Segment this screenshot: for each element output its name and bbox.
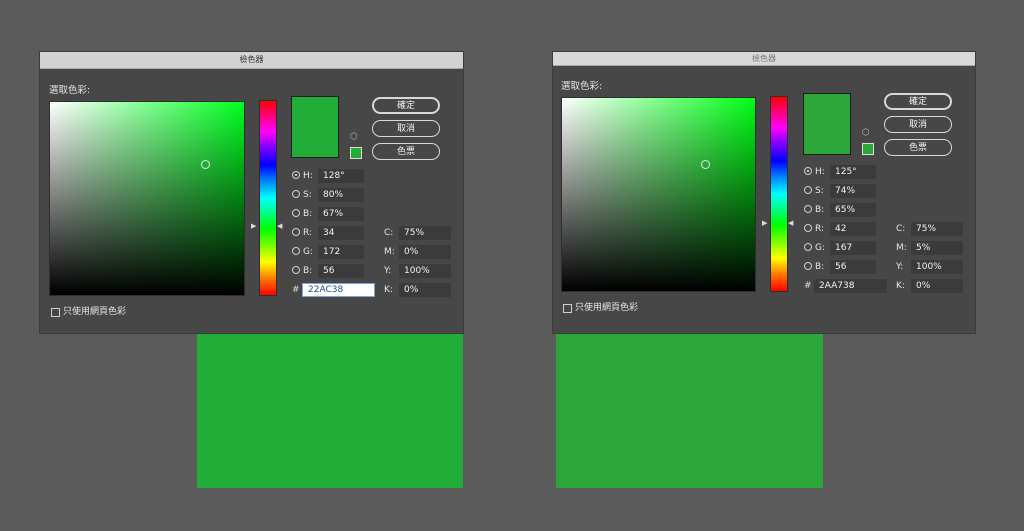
radio-blue[interactable] [804, 262, 812, 270]
ok-button[interactable]: 確定 [884, 93, 952, 110]
label-black: K: [384, 285, 393, 295]
hex-input[interactable]: 2AA738 [814, 279, 887, 293]
color-swatches-button[interactable]: 色票 [884, 139, 952, 156]
input-black[interactable]: 0% [399, 283, 451, 297]
cube-icon[interactable]: ⬡ [350, 133, 358, 142]
cancel-button[interactable]: 取消 [372, 120, 440, 137]
label-red: R: [815, 224, 825, 234]
web-colors-only-checkbox[interactable] [563, 304, 572, 313]
color-swatch-left [197, 334, 463, 488]
hue-slider[interactable] [770, 96, 788, 292]
label-yellow: Y: [384, 266, 392, 276]
input-cyan[interactable]: 75% [911, 222, 963, 236]
input-blue[interactable]: 56 [830, 260, 876, 274]
color-field-marker[interactable] [201, 160, 210, 169]
web-safe-color-swatch[interactable] [350, 147, 362, 159]
color-swatch-right [556, 334, 823, 488]
radio-hue[interactable] [804, 167, 812, 175]
input-hue[interactable]: 125° [830, 165, 876, 179]
input-magenta[interactable]: 5% [911, 241, 963, 255]
dialog-title: 檢色器 [553, 52, 975, 66]
color-picker-dialog-left: 檢色器 選取色彩: ▶ ◀ ⬡ 確定 取消 色票 H: 128° S: 80% … [40, 52, 463, 333]
color-picker-dialog-right: 檢色器 選取色彩: ▶ ◀ ⬡ 確定 取消 色票 H: 125° S: 74% … [553, 52, 975, 333]
radio-saturation[interactable] [804, 186, 812, 194]
label-brightness: B: [303, 209, 313, 219]
label-red: R: [303, 228, 313, 238]
label-magenta: M: [384, 247, 395, 257]
hue-slider-right-arrow[interactable]: ◀ [788, 220, 793, 227]
input-magenta[interactable]: 0% [399, 245, 451, 259]
select-color-label: 選取色彩: [49, 85, 91, 96]
input-blue[interactable]: 56 [318, 264, 364, 278]
input-red[interactable]: 34 [318, 226, 364, 240]
radio-green[interactable] [292, 247, 300, 255]
label-green: G: [815, 243, 826, 253]
label-yellow: Y: [896, 262, 904, 272]
label-brightness: B: [815, 205, 825, 215]
label-black: K: [896, 281, 905, 291]
hue-slider-right-arrow[interactable]: ◀ [277, 223, 282, 230]
label-magenta: M: [896, 243, 907, 253]
input-cyan[interactable]: 75% [399, 226, 451, 240]
saturation-brightness-field[interactable] [561, 97, 756, 292]
input-green[interactable]: 167 [830, 241, 876, 255]
select-color-label: 選取色彩: [561, 81, 603, 92]
cancel-button[interactable]: 取消 [884, 116, 952, 133]
hue-slider-left-arrow[interactable]: ▶ [251, 223, 256, 230]
label-blue: B: [303, 266, 313, 276]
hex-hash-label: # [292, 285, 300, 295]
label-cyan: C: [896, 224, 906, 234]
input-yellow[interactable]: 100% [399, 264, 451, 278]
cube-icon[interactable]: ⬡ [862, 129, 870, 138]
new-color-preview [291, 96, 339, 158]
saturation-brightness-field[interactable] [49, 101, 245, 296]
input-saturation[interactable]: 80% [318, 188, 364, 202]
hex-hash-label: # [804, 281, 812, 291]
web-colors-only-label: 只使用網頁色彩 [575, 303, 639, 313]
radio-green[interactable] [804, 243, 812, 251]
hex-input[interactable]: 22AC38 [302, 283, 375, 297]
label-hue: H: [815, 167, 825, 177]
radio-brightness[interactable] [292, 209, 300, 217]
web-safe-color-swatch[interactable] [862, 143, 874, 155]
label-cyan: C: [384, 228, 394, 238]
label-saturation: S: [815, 186, 824, 196]
hue-slider-left-arrow[interactable]: ▶ [762, 220, 767, 227]
label-blue: B: [815, 262, 825, 272]
label-green: G: [303, 247, 314, 257]
color-swatches-button[interactable]: 色票 [372, 143, 440, 160]
radio-hue[interactable] [292, 171, 300, 179]
radio-blue[interactable] [292, 266, 300, 274]
web-colors-only-label: 只使用網頁色彩 [63, 307, 127, 317]
input-brightness[interactable]: 65% [830, 203, 876, 217]
input-red[interactable]: 42 [830, 222, 876, 236]
radio-red[interactable] [804, 224, 812, 232]
input-hue[interactable]: 128° [318, 169, 364, 183]
radio-red[interactable] [292, 228, 300, 236]
ok-button[interactable]: 確定 [372, 97, 440, 114]
input-brightness[interactable]: 67% [318, 207, 364, 221]
dialog-title: 檢色器 [40, 52, 463, 69]
hue-slider[interactable] [259, 100, 277, 296]
radio-brightness[interactable] [804, 205, 812, 213]
input-yellow[interactable]: 100% [911, 260, 963, 274]
input-saturation[interactable]: 74% [830, 184, 876, 198]
new-color-preview [803, 93, 851, 155]
input-black[interactable]: 0% [911, 279, 963, 293]
radio-saturation[interactable] [292, 190, 300, 198]
label-saturation: S: [303, 190, 312, 200]
label-hue: H: [303, 171, 313, 181]
input-green[interactable]: 172 [318, 245, 364, 259]
color-field-marker[interactable] [701, 160, 710, 169]
web-colors-only-checkbox[interactable] [51, 308, 60, 317]
